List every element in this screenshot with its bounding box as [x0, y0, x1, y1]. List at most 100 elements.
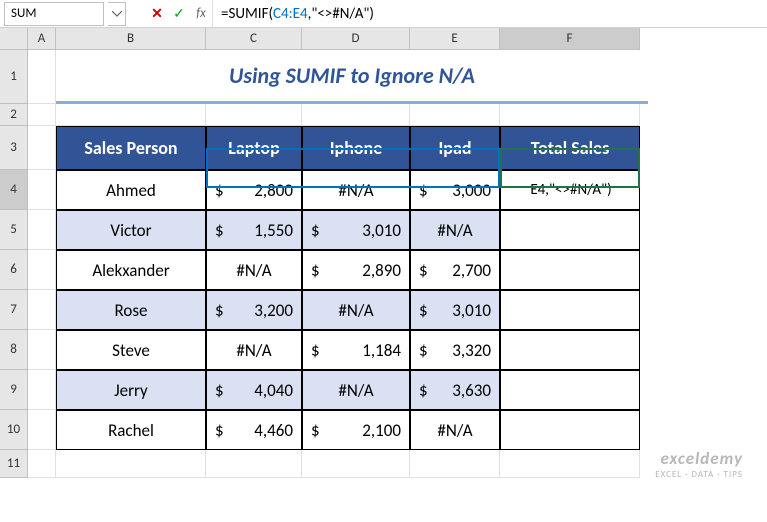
- col-header-B[interactable]: B: [56, 28, 206, 50]
- select-all-corner[interactable]: [0, 28, 28, 50]
- cell-F11[interactable]: [500, 450, 640, 478]
- enter-button[interactable]: ✓: [168, 3, 190, 25]
- cell-A6[interactable]: [28, 250, 56, 290]
- cell-A7[interactable]: [28, 290, 56, 330]
- cell-B7[interactable]: Rose: [56, 290, 206, 330]
- name-box-dropdown[interactable]: [108, 2, 126, 26]
- row-header-4[interactable]: 4: [0, 170, 28, 210]
- cell-D9[interactable]: #N/A: [302, 370, 410, 410]
- cancel-button[interactable]: ✕: [146, 3, 168, 25]
- cell-B8[interactable]: Steve: [56, 330, 206, 370]
- cell-E6[interactable]: $2,700: [410, 250, 500, 290]
- cell-E10[interactable]: #N/A: [410, 410, 500, 450]
- insert-function-button[interactable]: fx: [190, 3, 212, 25]
- cell-value: 3,000: [452, 180, 491, 201]
- cell-F6[interactable]: [500, 250, 640, 290]
- cell-E9[interactable]: $3,630: [410, 370, 500, 410]
- cell-C2[interactable]: [206, 104, 302, 126]
- row-header-2[interactable]: 2: [0, 104, 28, 126]
- cell-F4[interactable]: E4,"<>#N/A"): [500, 170, 640, 210]
- header-total-sales[interactable]: Total Sales: [500, 126, 640, 170]
- cell-value: 3,320: [452, 340, 491, 361]
- header-laptop[interactable]: Laptop: [206, 126, 302, 170]
- cell-F10[interactable]: [500, 410, 640, 450]
- currency-symbol: $: [215, 180, 224, 201]
- row-5: 5 Victor $1,550 $3,010 #N/A: [0, 210, 767, 250]
- row-2: 2: [0, 104, 767, 126]
- cell-D6[interactable]: $2,890: [302, 250, 410, 290]
- cell-E8[interactable]: $3,320: [410, 330, 500, 370]
- cell-C9[interactable]: $4,040: [206, 370, 302, 410]
- row-header-8[interactable]: 8: [0, 330, 28, 370]
- cell-A10[interactable]: [28, 410, 56, 450]
- cell-C7[interactable]: $3,200: [206, 290, 302, 330]
- cell-D7[interactable]: #N/A: [302, 290, 410, 330]
- cell-E4[interactable]: $3,000: [410, 170, 500, 210]
- cell-A1[interactable]: [28, 50, 56, 104]
- cell-F8[interactable]: [500, 330, 640, 370]
- cell-value: 1,550: [254, 220, 293, 241]
- row-header-9[interactable]: 9: [0, 370, 28, 410]
- cell-B2[interactable]: [56, 104, 206, 126]
- cell-A3[interactable]: [28, 126, 56, 170]
- cell-D11[interactable]: [302, 450, 410, 478]
- cell-D2[interactable]: [302, 104, 410, 126]
- currency-symbol: $: [311, 340, 320, 361]
- row-header-5[interactable]: 5: [0, 210, 28, 250]
- cell-D10[interactable]: $2,100: [302, 410, 410, 450]
- cell-C10[interactable]: $4,460: [206, 410, 302, 450]
- cell-E2[interactable]: [410, 104, 500, 126]
- row-header-11[interactable]: 11: [0, 450, 28, 478]
- cell-A8[interactable]: [28, 330, 56, 370]
- cell-E7[interactable]: $3,010: [410, 290, 500, 330]
- col-header-F[interactable]: F: [500, 28, 640, 50]
- col-header-D[interactable]: D: [302, 28, 410, 50]
- cell-B4[interactable]: Ahmed: [56, 170, 206, 210]
- cell-A2[interactable]: [28, 104, 56, 126]
- cell-C11[interactable]: [206, 450, 302, 478]
- cell-B11[interactable]: [56, 450, 206, 478]
- formula-input[interactable]: =SUMIF(C4:E4,"<>#N/A"): [212, 0, 767, 27]
- cell-B10[interactable]: Rachel: [56, 410, 206, 450]
- row-header-3[interactable]: 3: [0, 126, 28, 170]
- row-header-7[interactable]: 7: [0, 290, 28, 330]
- cell-C8[interactable]: #N/A: [206, 330, 302, 370]
- cell-D8[interactable]: $1,184: [302, 330, 410, 370]
- spreadsheet-grid[interactable]: A B C D E F 1 Using SUMIF to Ignore N/A …: [0, 28, 767, 478]
- cell-F9[interactable]: [500, 370, 640, 410]
- name-box[interactable]: SUM: [4, 2, 104, 26]
- cell-A5[interactable]: [28, 210, 56, 250]
- col-header-C[interactable]: C: [206, 28, 302, 50]
- cell-B6[interactable]: Alekxander: [56, 250, 206, 290]
- page-title: Using SUMIF to Ignore N/A: [229, 62, 475, 89]
- header-iphone[interactable]: Iphone: [302, 126, 410, 170]
- name-box-value: SUM: [11, 6, 36, 21]
- cell-C4[interactable]: $2,800: [206, 170, 302, 210]
- cell-E5[interactable]: #N/A: [410, 210, 500, 250]
- cell-E11[interactable]: [410, 450, 500, 478]
- cell-F5[interactable]: [500, 210, 640, 250]
- row-header-1[interactable]: 1: [0, 50, 28, 104]
- cell-C5[interactable]: $1,550: [206, 210, 302, 250]
- cell-D4[interactable]: #N/A: [302, 170, 410, 210]
- row-header-10[interactable]: 10: [0, 410, 28, 450]
- cell-A9[interactable]: [28, 370, 56, 410]
- cell-A4[interactable]: [28, 170, 56, 210]
- cell-F7[interactable]: [500, 290, 640, 330]
- cell-A11[interactable]: [28, 450, 56, 478]
- header-sales-person[interactable]: Sales Person: [56, 126, 206, 170]
- title-cell[interactable]: Using SUMIF to Ignore N/A: [56, 50, 648, 104]
- watermark: exceldemy EXCEL · DATA · TIPS: [655, 448, 743, 480]
- cell-value: 3,200: [254, 300, 293, 321]
- watermark-tagline: EXCEL · DATA · TIPS: [655, 469, 743, 480]
- cell-B9[interactable]: Jerry: [56, 370, 206, 410]
- cell-F2[interactable]: [500, 104, 640, 126]
- chevron-down-icon: [112, 11, 122, 17]
- row-header-6[interactable]: 6: [0, 250, 28, 290]
- cell-C6[interactable]: #N/A: [206, 250, 302, 290]
- header-ipad[interactable]: Ipad: [410, 126, 500, 170]
- cell-B5[interactable]: Victor: [56, 210, 206, 250]
- col-header-E[interactable]: E: [410, 28, 500, 50]
- col-header-A[interactable]: A: [28, 28, 56, 50]
- cell-D5[interactable]: $3,010: [302, 210, 410, 250]
